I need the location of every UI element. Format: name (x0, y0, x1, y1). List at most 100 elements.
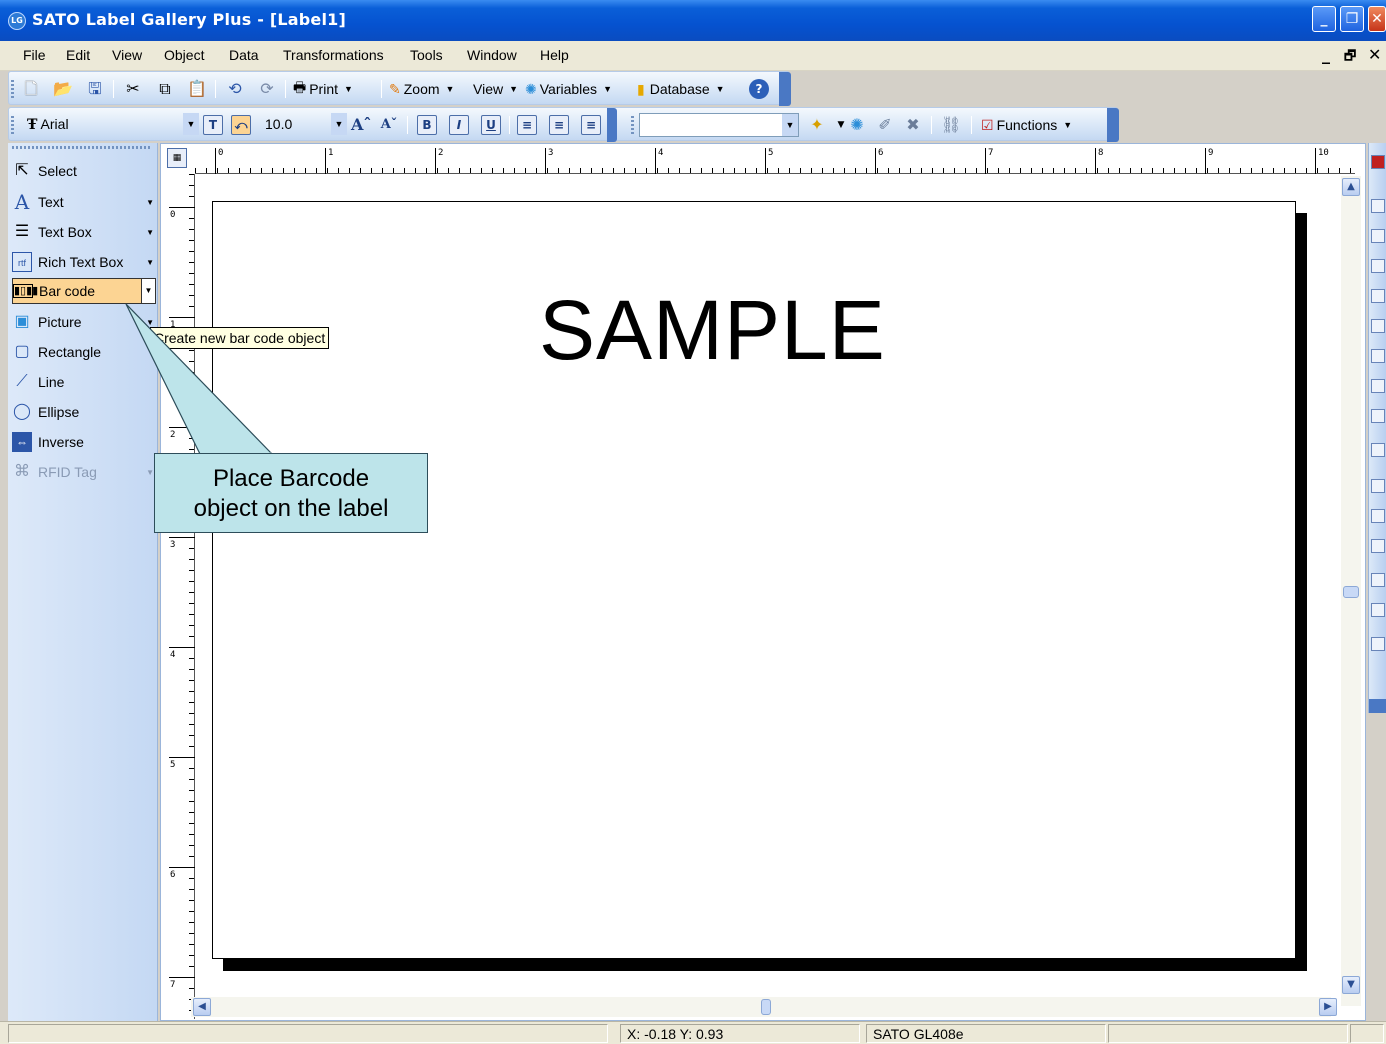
chevron-down-icon[interactable]: ▼ (141, 279, 155, 303)
send-back-icon[interactable] (1371, 509, 1385, 523)
distribute-icon[interactable] (1371, 379, 1385, 393)
toolbar-options-icon[interactable] (607, 108, 617, 142)
chevron-down-icon[interactable]: ▼ (183, 113, 199, 135)
paste-icon[interactable]: 📋 (187, 79, 207, 99)
toolbox-grip[interactable] (12, 146, 152, 149)
tool-rich-text-box[interactable]: rtf Rich Text Box ▼ (12, 249, 156, 275)
tool-ellipse[interactable]: ◯ Ellipse (12, 399, 156, 425)
horizontal-scroll-thumb[interactable] (761, 999, 771, 1015)
vertical-scroll-thumb[interactable] (1343, 586, 1359, 598)
menu-help[interactable]: Help (540, 47, 569, 63)
vertical-scrollbar[interactable]: ▲ ▼ (1341, 176, 1361, 1006)
variable-select[interactable]: ▼ (639, 113, 799, 137)
toolbar-options-icon[interactable] (779, 72, 791, 106)
menu-view[interactable]: View (112, 47, 142, 63)
tool-bar-code[interactable]: ▮▯▮▮ Bar code ▼ (12, 278, 156, 304)
delete-variable-icon[interactable]: ✖ (903, 115, 923, 135)
horizontal-scrollbar[interactable]: ◀ ▶ (191, 997, 1337, 1017)
font-name-select[interactable]: Ŧ Arial ▼ (23, 113, 199, 137)
redo-icon[interactable]: ⟳ (257, 79, 277, 99)
tool-line[interactable]: ⟋ Line (12, 369, 156, 395)
print-button[interactable]: 🖶 Print ▼ (293, 77, 353, 101)
menu-data[interactable]: Data (229, 47, 259, 63)
save-icon[interactable]: 🖫 (85, 79, 105, 99)
chevron-down-icon[interactable]: ▼ (146, 228, 154, 237)
properties-icon[interactable] (1371, 637, 1385, 651)
text-frame-icon[interactable]: T (203, 115, 223, 135)
menu-edit[interactable]: Edit (66, 47, 90, 63)
menu-window[interactable]: Window (467, 47, 517, 63)
chevron-down-icon[interactable]: ▼ (146, 198, 154, 207)
menu-tools[interactable]: Tools (410, 47, 443, 63)
cut-icon[interactable]: ✂ (123, 79, 143, 99)
align-tops-icon[interactable] (1371, 289, 1385, 303)
toolbar-options-icon[interactable] (1107, 108, 1119, 142)
toolbar-grip[interactable] (11, 116, 14, 134)
tool-text-box[interactable]: ☰ Text Box ▼ (12, 219, 156, 245)
undo-icon[interactable]: ⟲ (225, 79, 245, 99)
scroll-down-icon[interactable]: ▼ (1342, 976, 1360, 994)
functions-button[interactable]: ☑ Functions ▼ (981, 113, 1072, 137)
variables-button[interactable]: ✺ Variables ▼ (525, 77, 612, 101)
ruler-units-icon[interactable]: ▦ (167, 148, 187, 168)
order-icon[interactable] (1371, 539, 1385, 553)
align-left-icon[interactable]: ≡ (517, 115, 537, 135)
bold-button[interactable]: B (417, 115, 437, 135)
align-centers-icon[interactable] (1371, 229, 1385, 243)
sample-text-object[interactable]: SAMPLE (539, 282, 886, 379)
menu-transformations[interactable]: Transformations (283, 47, 384, 63)
tool-inverse[interactable]: ⇔ Inverse (12, 429, 156, 455)
chevron-down-icon[interactable]: ▼ (782, 114, 798, 136)
tool-select[interactable]: ⇱ Select (12, 158, 156, 184)
resize-grip-icon[interactable] (1350, 1024, 1384, 1043)
zoom-button[interactable]: ✎ Zoom ▼ (389, 77, 454, 101)
italic-button[interactable]: I (449, 115, 469, 135)
space-icon[interactable] (1371, 409, 1385, 423)
scroll-right-icon[interactable]: ▶ (1319, 998, 1337, 1016)
align-right-icon[interactable]: ≡ (581, 115, 601, 135)
align-right-edges-icon[interactable] (1371, 259, 1385, 273)
text-rotate-icon[interactable]: ⤺ (231, 115, 251, 135)
copy-icon[interactable]: ⧉ (155, 79, 175, 99)
close-button[interactable]: ✕ (1368, 6, 1386, 32)
underline-button[interactable]: U (481, 115, 501, 135)
toolbar-options-icon[interactable] (1369, 699, 1386, 713)
mdi-close-button[interactable]: ✕ (1368, 45, 1381, 64)
align-left-edges-icon[interactable] (1371, 199, 1385, 213)
align-bottoms-icon[interactable] (1371, 349, 1385, 363)
chevron-down-icon[interactable]: ▼ (331, 113, 347, 135)
menu-file[interactable]: File (23, 47, 46, 63)
font-size-select[interactable]: 10.0 ▼ (261, 113, 347, 137)
color-icon[interactable] (1371, 155, 1385, 169)
scroll-left-icon[interactable]: ◀ (193, 998, 211, 1016)
grow-font-icon[interactable]: Aˆ (351, 115, 371, 135)
toolbar-grip[interactable] (631, 116, 634, 134)
align-center-icon[interactable]: ≡ (549, 115, 569, 135)
tool-rectangle[interactable]: ▢ Rectangle (12, 339, 156, 365)
database-button[interactable]: ▮ Database ▼ (637, 77, 725, 101)
open-folder-icon[interactable]: 📂 (53, 79, 73, 99)
wizard-icon[interactable]: ✦ (807, 115, 827, 135)
edit-variable-icon[interactable]: ✐ (875, 115, 895, 135)
align-middles-icon[interactable] (1371, 319, 1385, 333)
label-canvas[interactable]: SAMPLE (212, 201, 1296, 959)
grid-icon[interactable] (1371, 573, 1385, 587)
chevron-down-icon[interactable]: ▼ (146, 258, 154, 267)
tool-picture[interactable]: ▣ Picture ▼ (12, 309, 156, 335)
view-button[interactable]: View ▼ (473, 77, 518, 101)
restore-button[interactable]: ❐ (1340, 6, 1364, 32)
menu-object[interactable]: Object (164, 47, 204, 63)
tool-text[interactable]: A Text ▼ (12, 189, 156, 215)
snap-icon[interactable] (1371, 603, 1385, 617)
mdi-restore-button[interactable]: 🗗 (1344, 47, 1356, 69)
minimize-button[interactable]: _ (1312, 6, 1336, 32)
new-variable-icon[interactable]: ✺ (847, 115, 867, 135)
new-file-icon[interactable]: 🗋 (21, 79, 41, 99)
bring-front-icon[interactable] (1371, 479, 1385, 493)
shrink-font-icon[interactable]: Aˇ (379, 115, 399, 135)
group-icon[interactable] (1371, 443, 1385, 457)
chevron-down-icon[interactable]: ▼ (146, 318, 154, 327)
mdi-minimize-button[interactable]: _ (1322, 45, 1330, 64)
link-icon[interactable]: ⛓ (941, 115, 961, 135)
help-icon[interactable]: ? (749, 79, 769, 99)
